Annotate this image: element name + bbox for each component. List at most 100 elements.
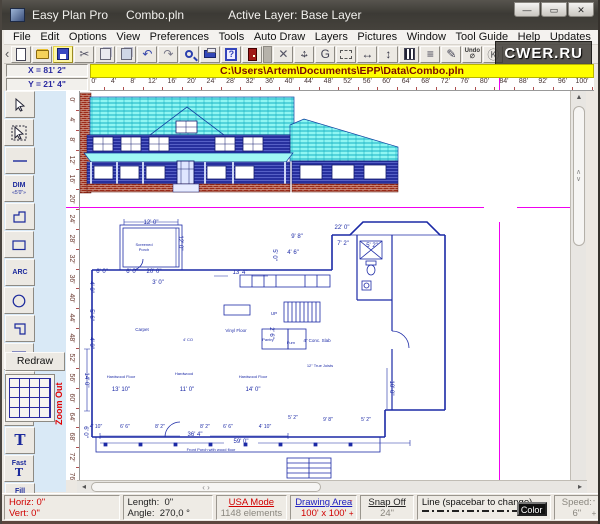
zoom-icon[interactable] <box>179 46 199 63</box>
menu-preferences[interactable]: Preferences <box>150 31 209 43</box>
select-area-tool[interactable] <box>4 119 34 146</box>
h-ruler-label: 64' <box>402 78 411 85</box>
svg-text:UP: UP <box>271 311 277 316</box>
menu-view[interactable]: View <box>116 31 140 43</box>
snap-panel: Snap Off 24" <box>360 495 414 520</box>
cursor-position-panel: Horiz: 0" Vert: 0" <box>4 495 120 520</box>
active-layer-label: Active Layer: Base Layer <box>228 8 361 22</box>
svg-text:59' 0": 59' 0" <box>234 439 249 445</box>
stretch-vertical-icon[interactable]: ↕ <box>378 46 398 63</box>
app-title: Easy Plan Pro <box>32 8 108 22</box>
snap-link[interactable]: Snap Off <box>365 497 409 508</box>
columns-icon[interactable] <box>399 46 419 63</box>
wall-tool[interactable] <box>5 315 35 342</box>
menu-window[interactable]: Window <box>407 31 446 43</box>
zoom-out-label[interactable]: Zoom Out <box>54 374 66 434</box>
v-ruler-label: 0' <box>68 97 75 102</box>
select-tool[interactable] <box>5 91 35 118</box>
rectangle-tool[interactable] <box>4 231 34 258</box>
menu-edit[interactable]: Edit <box>40 31 59 43</box>
line-style-icon[interactable]: ≡ <box>420 46 440 63</box>
drawing-area-link[interactable]: Drawing Area <box>295 497 352 508</box>
arc-tool[interactable]: ARC <box>5 259 35 286</box>
h-ruler-label: 76' <box>460 78 469 85</box>
save-icon[interactable] <box>53 46 73 63</box>
polygon-tool[interactable] <box>5 203 35 230</box>
horizontal-scrollbar[interactable]: ◂ ‹ › ▸ <box>77 480 587 493</box>
h-ruler-label: 0' <box>91 78 96 85</box>
toolbar-chevron-icon[interactable]: ‹ <box>5 46 9 61</box>
undo-icon[interactable]: ↶ <box>137 46 157 63</box>
circle-tool[interactable] <box>4 287 34 314</box>
stretch-horizontal-icon[interactable]: ↔ <box>357 46 377 63</box>
redraw-button[interactable]: Redraw <box>5 352 65 371</box>
rotate-icon[interactable]: G <box>315 46 335 63</box>
svg-text:11' 0": 11' 0" <box>180 387 195 393</box>
menu-pictures[interactable]: Pictures <box>357 31 397 43</box>
dimension-lines <box>84 219 410 446</box>
drawing-canvas[interactable]: 12' 0"12' 0"ScreenedPorch20' 0"6' 0"6' 0… <box>80 91 570 480</box>
open-icon[interactable] <box>32 46 52 63</box>
new-icon[interactable] <box>11 46 31 63</box>
v-ruler-label: 48' <box>68 334 75 343</box>
vertical-scroll-thumb[interactable]: ∧∨ <box>573 106 585 246</box>
menu-tools[interactable]: Tools <box>219 31 245 43</box>
paste-icon[interactable] <box>116 46 136 63</box>
cut-icon[interactable]: ✂ <box>74 46 94 63</box>
v-ruler-label: 40' <box>68 294 75 303</box>
scroll-right-icon[interactable]: ▸ <box>574 482 586 492</box>
svg-text:12" True Joists: 12" True Joists <box>307 363 333 368</box>
draw-order-icon[interactable]: ✎ <box>441 46 461 63</box>
fast-text-tool[interactable]: FastT <box>4 455 34 482</box>
line-tool[interactable] <box>5 147 35 174</box>
svg-text:22' 0": 22' 0" <box>335 225 350 231</box>
v-ruler-label: 28' <box>68 234 75 243</box>
svg-text:6' 0": 6' 0" <box>126 269 138 275</box>
h-ruler-label: 44' <box>304 78 313 85</box>
copy-icon[interactable] <box>95 46 115 63</box>
svg-text:5' 2": 5' 2" <box>361 417 371 423</box>
plan-dimension-labels: 12' 0"12' 0"ScreenedPorch20' 0"6' 0"6' 0… <box>82 220 394 452</box>
undo-zero-icon[interactable]: Undo∅ <box>462 46 482 63</box>
scroll-up-icon[interactable]: ▲ <box>572 91 586 104</box>
area-plus-button[interactable]: + <box>347 510 355 518</box>
speed-minus-button[interactable]: - <box>590 497 598 505</box>
app-window: Easy Plan Pro Combo.pln Active Layer: Ba… <box>0 0 600 524</box>
h-ruler-label: 88' <box>519 78 528 85</box>
maximize-button[interactable]: ▭ <box>541 2 567 17</box>
watermark: CWER.RU <box>495 41 592 65</box>
speed-plus-button[interactable]: + <box>590 510 598 518</box>
menu-file[interactable]: File <box>13 31 31 43</box>
scroll-left-icon[interactable]: ◂ <box>78 482 90 492</box>
svg-text:Porch: Porch <box>139 247 149 252</box>
v-ruler-label: 36' <box>68 274 75 283</box>
exit-door-icon[interactable] <box>242 46 262 63</box>
dimension-tool[interactable]: DIM«5'0"» <box>4 175 34 202</box>
print-icon[interactable] <box>200 46 220 63</box>
usa-mode-link[interactable]: USA Mode <box>221 497 283 508</box>
area-minus-button[interactable]: - <box>347 497 355 505</box>
select-box-icon[interactable] <box>336 46 356 63</box>
close-button[interactable]: ✕ <box>568 2 594 17</box>
h-ruler-label: 32' <box>246 78 255 85</box>
help-icon[interactable]: ? <box>221 46 241 63</box>
menu-layers[interactable]: Layers <box>315 31 348 43</box>
minimize-button[interactable]: — <box>514 2 540 17</box>
move-icon[interactable]: ↔↕ <box>294 46 314 63</box>
color-button[interactable]: Color <box>517 502 547 516</box>
svg-text:13' 10": 13' 10" <box>112 387 130 393</box>
horizontal-ruler: 0'4'8'12'16'20'24'28'32'36'40'44'48'52'5… <box>90 78 594 91</box>
svg-text:5' 0": 5' 0" <box>271 249 277 261</box>
delete-icon[interactable]: ✕ <box>273 46 293 63</box>
redo-icon[interactable]: ↷ <box>158 46 178 63</box>
h-ruler-label: 40' <box>285 78 294 85</box>
vertical-scrollbar[interactable]: ▲ ∧∨ <box>570 91 586 480</box>
horizontal-scroll-thumb[interactable]: ‹ › <box>91 482 321 492</box>
text-tool[interactable]: T <box>5 427 35 454</box>
x-coordinate-readout: X = 81' 2" <box>6 64 88 77</box>
grid-button[interactable] <box>5 374 55 422</box>
line-style-panel[interactable]: Line (spacebar to change) Color <box>417 495 551 520</box>
line-style-preview <box>422 510 522 512</box>
menu-auto-draw[interactable]: Auto Draw <box>254 31 305 43</box>
menu-options[interactable]: Options <box>69 31 107 43</box>
